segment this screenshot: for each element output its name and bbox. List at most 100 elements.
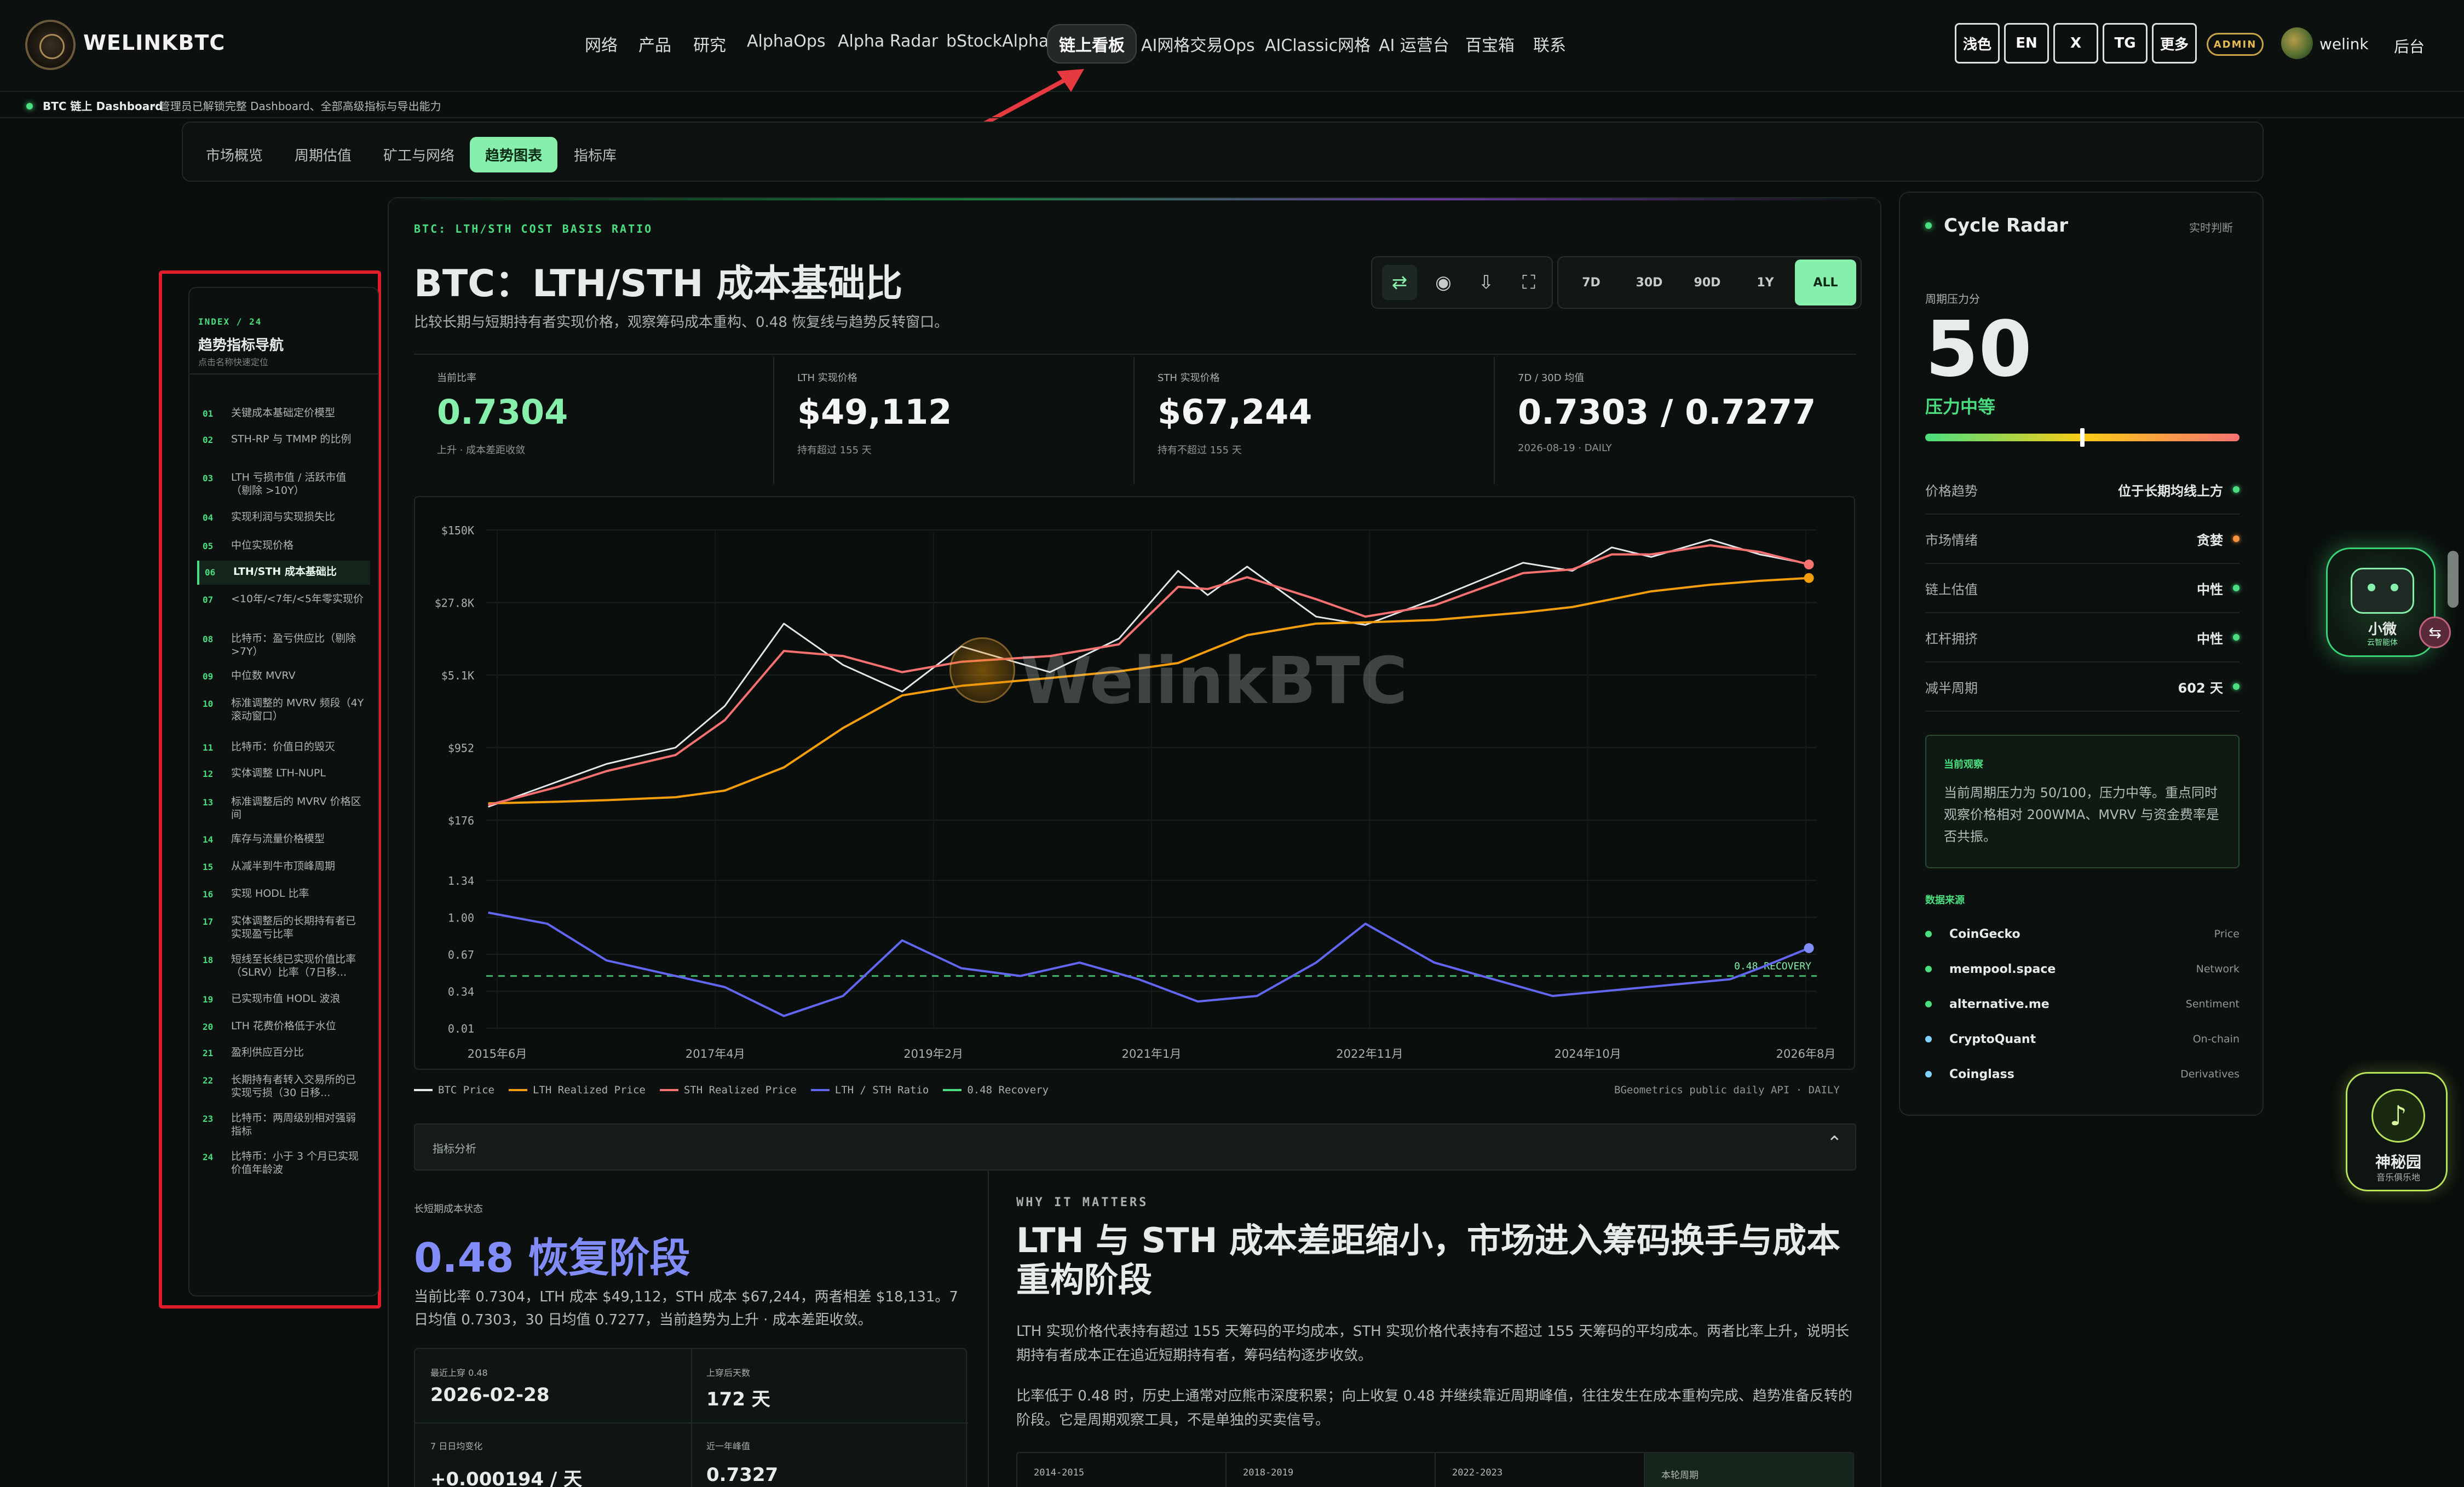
index-item-number: 08: [203, 634, 214, 644]
index-item[interactable]: 01 关键成本基础定价模型: [197, 402, 370, 426]
range-all-button[interactable]: ALL: [1795, 260, 1856, 306]
range-90d-button[interactable]: 90D: [1679, 260, 1736, 306]
index-item[interactable]: 15 从减半到牛市顶峰周期: [197, 855, 370, 879]
garden-label: 神秘园: [2375, 1153, 2421, 1171]
range-30d-button[interactable]: 30D: [1621, 260, 1678, 306]
index-item-label: LTH 亏损市值 / 活跃市值（剔除 >10Y）: [231, 471, 347, 497]
nav-item-network[interactable]: 网络: [585, 32, 618, 56]
grid-divider-h: [415, 1422, 968, 1423]
nav-item-alphaops[interactable]: AlphaOps: [747, 32, 826, 51]
index-item-label: 已实现市值 HODL 波浪: [231, 993, 341, 1005]
more-menu-button[interactable]: 更多: [2152, 23, 2197, 64]
legend-sth[interactable]: STH Realized Price: [659, 1084, 797, 1096]
backend-link[interactable]: 后台: [2394, 35, 2425, 57]
status-dot-icon: [26, 103, 33, 109]
nav-item-contact[interactable]: 联系: [1533, 32, 1566, 56]
user-name[interactable]: welink: [2319, 35, 2369, 53]
legend-lth[interactable]: LTH Realized Price: [508, 1084, 646, 1096]
index-item[interactable]: 05 中位实现价格: [197, 534, 370, 558]
theme-toggle-button[interactable]: 浅色: [1955, 23, 2000, 64]
radar-row-label: 市场情绪: [1925, 532, 1978, 548]
index-item[interactable]: 12 实体调整 LTH-NUPL: [197, 762, 370, 786]
avatar[interactable]: [2281, 27, 2313, 59]
lang-toggle-button[interactable]: EN: [2004, 23, 2049, 64]
source-row[interactable]: CoinGecko Price: [1925, 917, 2240, 952]
brand-name[interactable]: WELINKBTC: [83, 31, 225, 55]
range-1y-button[interactable]: 1Y: [1737, 260, 1794, 306]
index-item[interactable]: 20 LTH 花费价格低于水位: [197, 1015, 370, 1039]
kpi-label: STH 实现价格: [1158, 372, 1220, 384]
assistant-bot-button[interactable]: 小微 云智能体: [2326, 547, 2436, 657]
swap-icon[interactable]: ⇄: [1382, 265, 1417, 300]
source-dot-icon: [1925, 931, 1932, 937]
index-item[interactable]: 07 <10年/<7年/<5年零实现价: [197, 588, 370, 612]
nav-item-aiclassic-grid[interactable]: AIClassic网格: [1265, 32, 1371, 56]
tab-trend-charts[interactable]: 趋势图表: [470, 137, 558, 172]
grid-divider-v: [691, 1349, 692, 1487]
index-item[interactable]: 09 中位数 MVRV: [197, 665, 370, 689]
nav-item-product[interactable]: 产品: [638, 32, 671, 56]
price-ratio-chart[interactable]: $150K $27.8K $5.1K $952 $176 2015年6月 2017年4月 20…: [414, 496, 1855, 1070]
tab-indicator-library[interactable]: 指标库: [574, 145, 617, 165]
tab-miner-network[interactable]: 矿工与网络: [383, 145, 454, 165]
index-item[interactable]: 08 比特币：盈亏供应比（剔除 >7Y）: [197, 627, 370, 662]
index-item-number: 01: [203, 408, 214, 419]
index-item[interactable]: 21 盈利供应百分比: [197, 1041, 370, 1065]
nav-item-toolbox[interactable]: 百宝箱: [1465, 32, 1515, 56]
index-item[interactable]: 16 实现 HODL 比率: [197, 883, 370, 907]
radar-row-value-wrap: 位于长期均线上方: [2118, 480, 2240, 499]
analysis-toggle[interactable]: 指标分析 ⌃: [414, 1123, 1856, 1171]
index-item[interactable]: 22 长期持有者转入交易所的已实现亏损（30 日移...: [197, 1069, 370, 1104]
index-item[interactable]: 13 标准调整后的 MVRV 价格区间: [197, 791, 370, 826]
tab-market-overview[interactable]: 市场概览: [206, 145, 263, 165]
index-item[interactable]: 11 比特币：价值日的毁灭: [197, 736, 370, 760]
source-row[interactable]: Coinglass Derivatives: [1925, 1057, 2240, 1092]
tab-cycle-valuation[interactable]: 周期估值: [295, 145, 352, 165]
source-row[interactable]: CryptoQuant On-chain: [1925, 1022, 2240, 1057]
translate-icon[interactable]: ⇆: [2419, 616, 2451, 648]
range-7d-button[interactable]: 7D: [1563, 260, 1620, 306]
legend-btc[interactable]: BTC Price: [414, 1084, 494, 1096]
source-row[interactable]: mempool.space Network: [1925, 952, 2240, 987]
index-item[interactable]: 03 LTH 亏损市值 / 活跃市值（剔除 >10Y）: [197, 466, 370, 502]
nav-item-ai-grid-ops[interactable]: AI网格交易Ops: [1141, 32, 1255, 56]
source-type: On-chain: [2192, 1033, 2240, 1045]
index-item[interactable]: 18 短线至长线已实现价值比率（SLRV）比率（7日移...: [197, 948, 370, 983]
index-item[interactable]: 14 库存与流量价格模型: [197, 828, 370, 852]
index-item[interactable]: 04 实现利润与实现损失比: [197, 506, 370, 530]
nav-item-ai-ops-desk[interactable]: AI 运营台: [1379, 32, 1449, 56]
index-item[interactable]: 23 比特币：两周级别相对强弱指标: [197, 1107, 370, 1142]
index-item-label: LTH/STH 成本基础比: [233, 566, 337, 578]
x-link-button[interactable]: X: [2053, 23, 2098, 64]
nav-item-research[interactable]: 研究: [693, 32, 726, 56]
radar-row-value-wrap: 中性: [2197, 628, 2240, 647]
logo-icon[interactable]: [25, 20, 76, 70]
kpi-lth-price: LTH 实现价格 $49,112 持有超过 155 天: [774, 357, 1135, 484]
record-icon[interactable]: ◉: [1426, 265, 1461, 300]
index-item[interactable]: 06 LTH/STH 成本基础比: [197, 561, 370, 585]
legend-ratio[interactable]: LTH / STH Ratio: [810, 1084, 929, 1096]
stat-value: 2026-02-28: [430, 1384, 550, 1406]
score-label: 周期压力分: [1925, 292, 1980, 306]
source-type: Network: [2196, 963, 2240, 975]
kpi-label: 7D / 30D 均值: [1518, 372, 1585, 384]
index-item[interactable]: 10 标准调整的 MVRV 频段（4Y 滚动窗口）: [197, 692, 370, 727]
stat-label: 最近上穿 0.48: [430, 1368, 488, 1378]
index-item[interactable]: 19 已实现市值 HODL 波浪: [197, 988, 370, 1012]
source-dot-icon: [1925, 966, 1932, 972]
download-icon[interactable]: ⇩: [1469, 265, 1504, 300]
mystery-garden-button[interactable]: ♪ 神秘园 音乐俱乐地: [2346, 1072, 2448, 1191]
fullscreen-icon[interactable]: ⛶: [1511, 265, 1546, 300]
index-item[interactable]: 02 STH-RP 与 TMMP 的比例: [197, 428, 370, 452]
index-item-label: 标准调整的 MVRV 频段（4Y 滚动窗口）: [231, 697, 364, 722]
index-item[interactable]: 24 比特币：小于 3 个月已实现价值年龄波: [197, 1145, 370, 1180]
telegram-link-button[interactable]: TG: [2103, 23, 2148, 64]
scrollbar-thumb[interactable]: [2448, 551, 2459, 608]
legend-recovery[interactable]: 0.48 Recovery: [943, 1084, 1049, 1096]
source-row[interactable]: alternative.me Sentiment: [1925, 987, 2240, 1022]
chevron-up-icon[interactable]: ⌃: [1827, 1132, 1843, 1154]
nav-item-alpha-radar[interactable]: Alpha Radar: [838, 32, 938, 51]
index-item-number: 10: [203, 699, 214, 709]
nav-item-bstockalpha[interactable]: bStockAlpha: [946, 32, 1049, 51]
index-item[interactable]: 17 实体调整后的长期持有者已实现盈亏比率: [197, 910, 370, 945]
